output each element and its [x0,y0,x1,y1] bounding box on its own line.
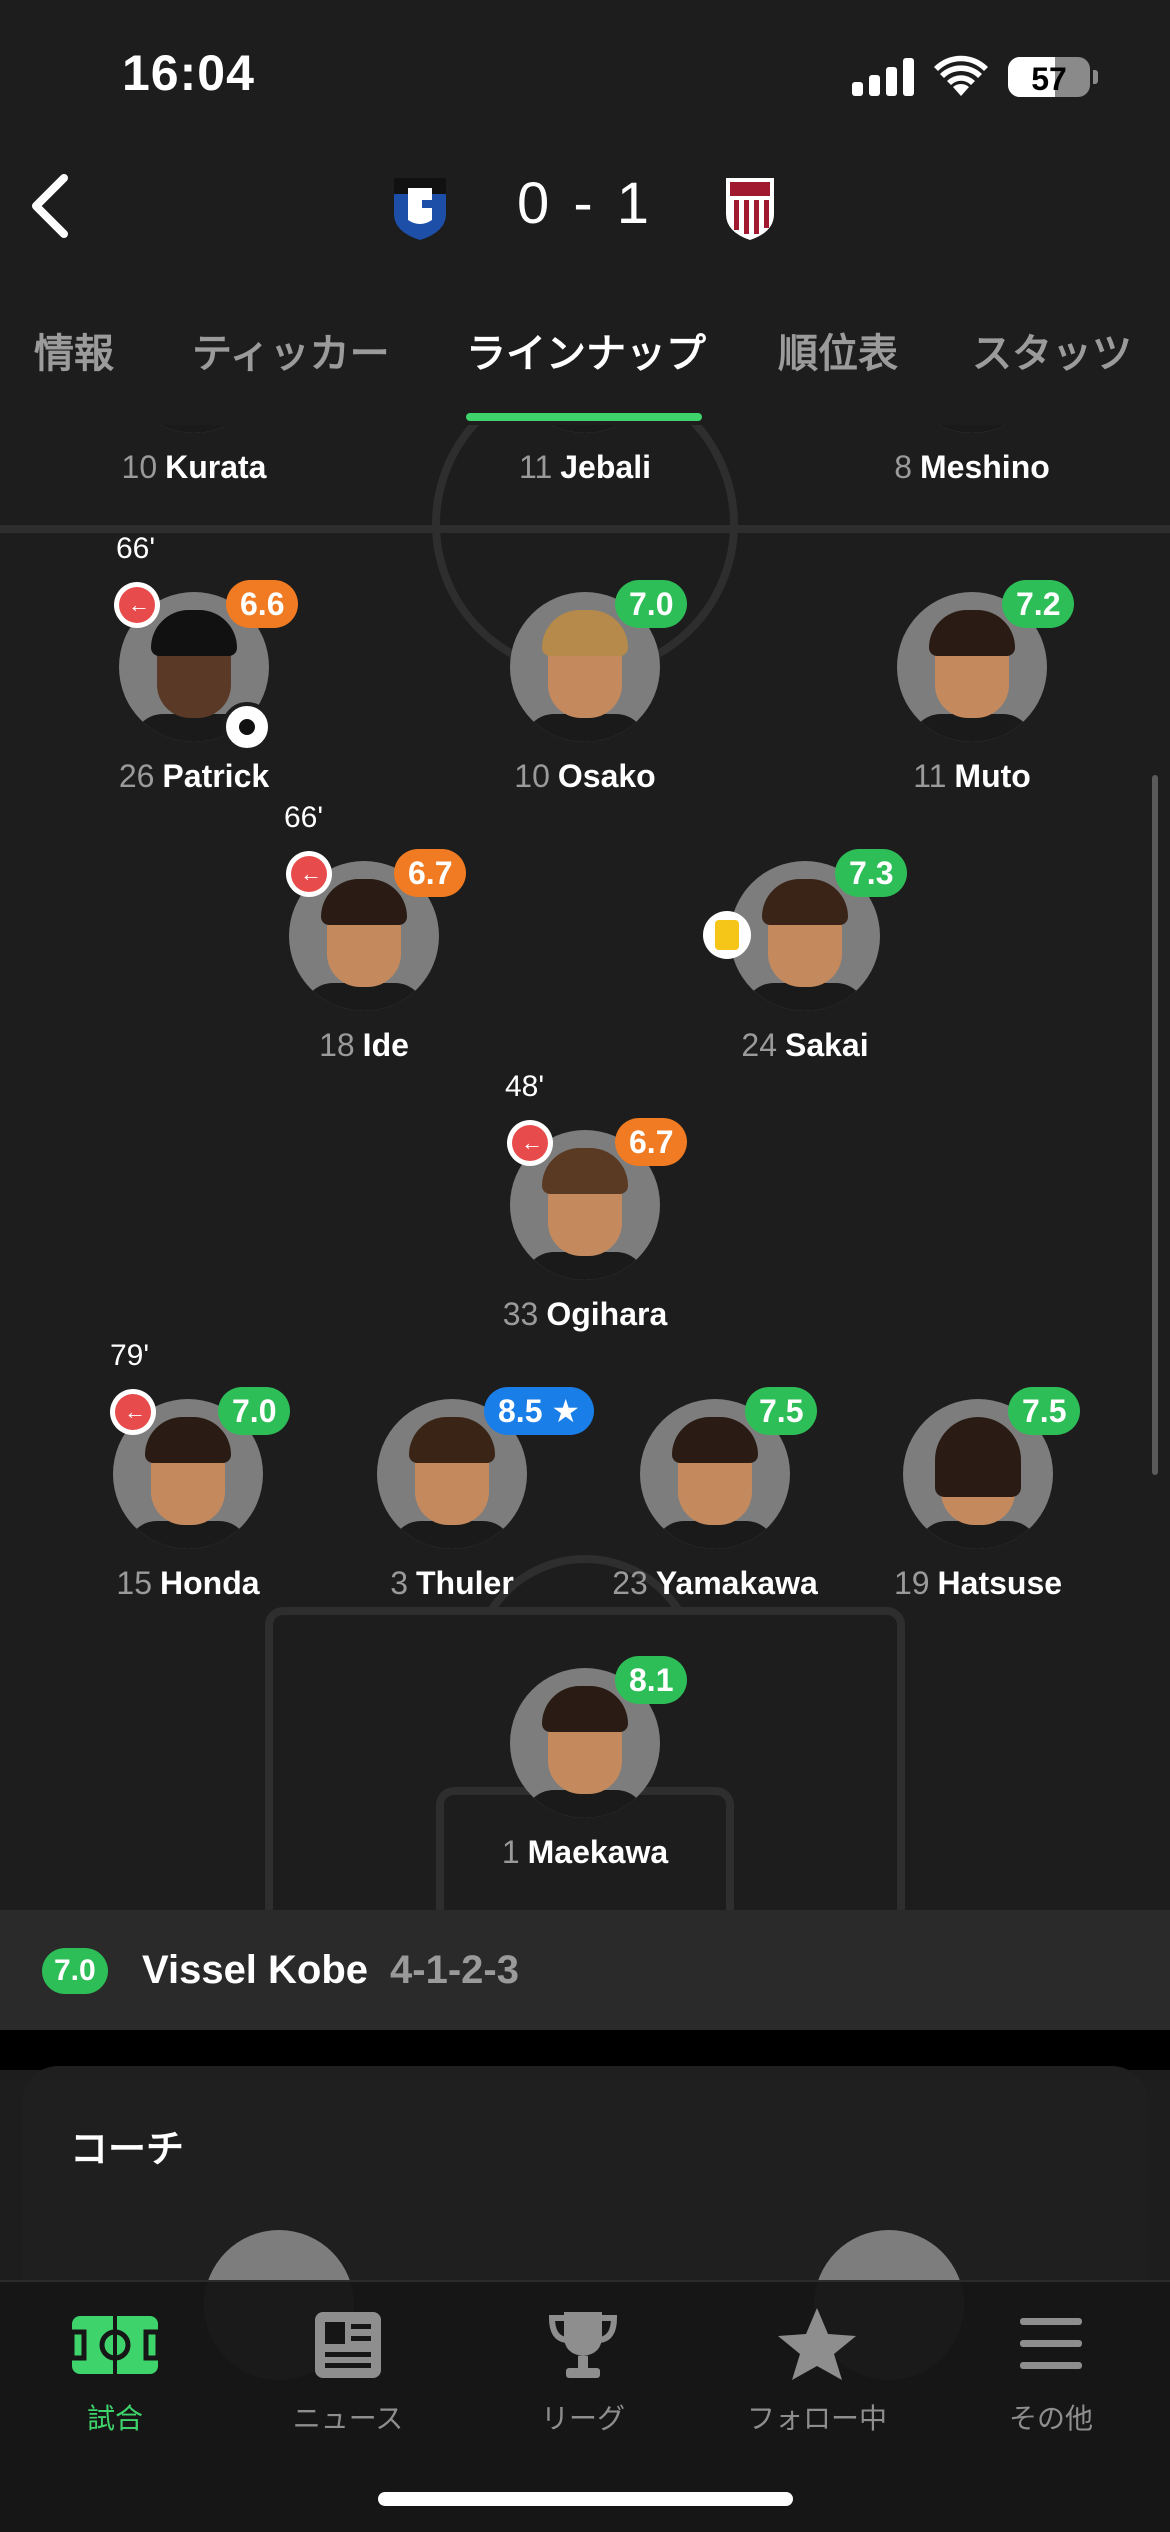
tab-info[interactable]: 情報 [34,321,114,379]
substituted-out-icon: ← [110,1389,156,1435]
nav-matches[interactable]: 試合 [25,2306,205,2437]
wifi-icon [934,55,988,96]
nav-news[interactable]: ニュース [258,2306,438,2437]
substituted-out-icon: ← [507,1120,553,1166]
player-honda[interactable]: 79' ← 7.0 15 Honda [38,1339,338,1601]
match-score: 0 - 1 [480,170,690,237]
away-score: 1 [616,171,654,236]
home-indicator[interactable] [378,2492,793,2506]
nav-leagues[interactable]: リーグ [493,2306,673,2437]
player-name-label: 11 Jebali [519,449,651,485]
status-time: 16:04 [122,45,255,101]
substitution-minute: 79' [110,1339,150,1372]
player-patrick[interactable]: 66' ← 6.6 26 Patrick [44,532,344,794]
team-rating: 7.0 [42,1948,108,1994]
player-rating: 7.5 [745,1387,818,1435]
star-icon [778,2308,856,2380]
tab-ticker[interactable]: ティッカー [192,321,390,379]
match-tabs: 情報 ティッカー ラインナップ 順位表 スタッツ [0,265,1170,425]
away-team-crest-icon[interactable] [720,174,780,242]
nav-label: リーグ [540,2403,625,2434]
substitution-minute: 66' [284,801,324,834]
substituted-out-icon: ← [114,582,160,628]
player-name-label: 10 Osako [514,758,656,794]
player-rating: 7.0 [615,580,688,628]
player-rating: 6.6 [226,580,299,628]
player-jebali[interactable]: 11 Jebali [435,425,735,485]
match-header: 0 - 1 [0,150,1170,265]
score-separator: - [573,171,597,236]
team-summary-bar: 7.0 Vissel Kobe 4-1-2-3 [0,1910,1170,2030]
home-score: 0 [516,171,554,236]
player-photo [897,425,1047,433]
player-name-label: 23 Yamakawa [612,1565,818,1601]
team-formation: 4-1-2-3 [390,1948,519,1992]
player-name-label: 11 Muto [913,758,1031,794]
player-rating: 7.2 [1002,580,1075,628]
player-hatsuse[interactable]: 7.5 19 Hatsuse [828,1387,1128,1601]
player-ide[interactable]: 66' ← 6.7 18 Ide [214,801,514,1063]
player-rating: 7.3 [835,849,908,897]
coach-section-title: コーチ [70,2129,185,2171]
player-name-label: 19 Hatsuse [893,1565,1063,1601]
player-rating: 8.1 [615,1656,688,1704]
player-name-label: 33 Ogihara [502,1296,668,1332]
player-osako[interactable]: 7.0 10 Osako [435,580,735,794]
player-name-label: 18 Ide [319,1027,409,1063]
lineup-pitch: 10 Kurata 11 Jebali 8 Meshino 66' ← 6.6 26 P… [0,425,1170,1910]
player-photo [510,425,660,433]
nav-label: ニュース [292,2403,404,2434]
news-icon [315,2312,381,2378]
team-name[interactable]: Vissel Kobe [142,1948,368,1993]
player-rating: 7.0 [218,1387,291,1435]
battery-icon: 57 [1008,57,1090,97]
status-bar: 16:04 57 [0,0,1170,150]
battery-percent: 57 [1031,61,1067,97]
player-name-label: 10 Kurata [121,449,267,485]
goal-ball-icon [222,702,272,752]
player-name-label: 26 Patrick [118,758,270,794]
nav-label: その他 [1008,2403,1093,2434]
nav-following[interactable]: フォロー中 [727,2306,907,2437]
trophy-icon [548,2312,618,2378]
player-name-label: 8 Meshino [894,449,1050,485]
player-rating: 7.5 [1008,1387,1081,1435]
player-yamakawa[interactable]: 7.5 23 Yamakawa [565,1387,865,1601]
scrollbar[interactable] [1152,775,1158,1475]
active-tab-indicator [466,413,702,421]
substitution-minute: 66' [116,532,156,565]
player-thuler[interactable]: 8.5 ★ 3 Thuler [302,1387,602,1601]
player-name-label: 24 Sakai [741,1027,869,1063]
nav-more[interactable]: その他 [961,2306,1141,2437]
player-rating: 6.7 [615,1118,688,1166]
battery-tip [1093,70,1098,84]
home-team-crest-icon[interactable] [390,174,450,242]
player-meshino[interactable]: 8 Meshino [822,425,1122,485]
tab-lineup[interactable]: ラインナップ [466,321,706,379]
player-name-label: 1 Maekawa [501,1834,669,1870]
cellular-signal-icon [852,58,914,96]
substitution-minute: 48' [505,1070,545,1103]
player-muto[interactable]: 7.2 11 Muto [822,580,1122,794]
player-sakai[interactable]: 7.3 24 Sakai [655,849,955,1063]
player-name-label: 15 Honda [116,1565,260,1601]
player-ogihara[interactable]: 48' ← 6.7 33 Ogihara [435,1070,735,1332]
back-button[interactable] [20,166,90,246]
player-photo [119,425,269,433]
tab-table[interactable]: 順位表 [778,321,898,379]
nav-label: 試合 [86,2403,143,2434]
player-maekawa[interactable]: 8.1 1 Maekawa [435,1656,735,1870]
menu-icon [1020,2318,1082,2369]
player-rating: 6.7 [394,849,467,897]
player-name-label: 3 Thuler [390,1565,514,1601]
yellow-card-icon [703,911,751,959]
substituted-out-icon: ← [286,851,332,897]
tab-stats[interactable]: スタッツ [972,321,1132,379]
player-kurata[interactable]: 10 Kurata [44,425,344,485]
nav-label: フォロー中 [746,2403,887,2434]
pitch-icon [69,2316,161,2374]
section-divider [0,2030,1170,2070]
